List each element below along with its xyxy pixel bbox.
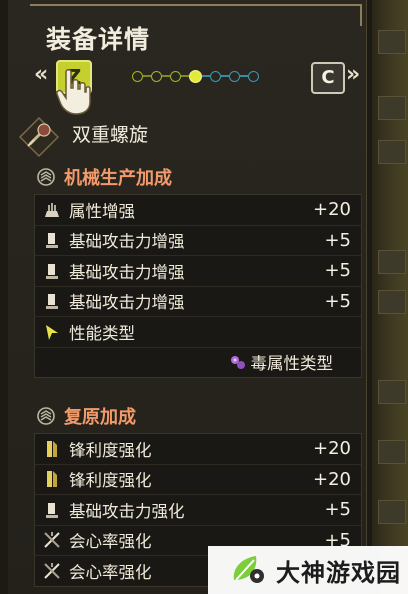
page-dot-connector [240,75,248,77]
insect-glaive-icon [18,116,60,158]
weapon-row: 双重螺旋 [18,114,360,158]
bonus-row[interactable]: 基础攻击力增强 +5 [35,287,361,317]
gamepad-leaf-icon [233,556,264,583]
page-dot-connector [181,75,189,77]
side-slot [378,290,406,314]
bonus-row[interactable]: 基础攻击力强化 +5 [35,495,361,526]
side-slot [378,440,406,464]
attack-boost-icon [43,261,61,281]
bonus-value: +5 [324,260,351,282]
gear-stack-icon [37,407,55,425]
bonus-label: 锋利度强化 [69,471,152,491]
side-slot [378,30,406,54]
bonus-value: +20 [313,199,351,221]
bonus-label: 基础攻击力增强 [69,232,185,252]
page-dot[interactable] [132,70,143,82]
side-slot [378,500,406,524]
bonus-value: +20 [313,468,351,490]
affinity-icon [43,561,61,581]
sharpness-icon [43,469,61,489]
sharpness-icon [43,439,61,459]
bonus-value: +5 [324,229,351,251]
bonus-label: 锋利度强化 [69,440,152,460]
section-header-machine-production: 机械生产加成 [36,164,172,190]
prev-arrow-icon[interactable]: « [34,62,48,87]
page-dot-connector [202,75,210,77]
bonus-row[interactable]: 基础攻击力增强 +5 [35,256,361,287]
side-slot [378,380,406,404]
affinity-icon [43,530,61,550]
attack-boost-icon [43,291,61,311]
page-indicator [132,68,259,84]
page-dot[interactable] [248,70,259,82]
bonus-row[interactable]: 锋利度强化 +20 [35,465,361,495]
bonus-list-machine-production: 属性增强 +20 基础攻击力增强 +5 基础攻击力增强 +5 基础攻击力增强 +5 性能类型毒属… [34,194,362,378]
bonus-label: 基础攻击力增强 [69,262,185,282]
side-slot [378,250,406,274]
element-type-row[interactable]: 毒属性类型 [35,348,361,378]
page-dot-connector [162,75,170,77]
weapon-name: 双重螺旋 [72,124,149,146]
bonus-label: 性能类型 [69,323,135,343]
section-title: 机械生产加成 [64,168,172,189]
attack-boost-icon [43,230,61,250]
performance-type-icon [43,322,61,342]
page-dot[interactable] [210,70,221,82]
watermark-text: 大神游戏园 [276,558,401,587]
page-title: 装备详情 [46,25,151,54]
element-boost-icon [43,200,61,220]
side-slot [378,140,406,164]
bonus-value: +5 [324,499,351,521]
bonus-label: 基础攻击力增强 [69,293,185,313]
page-dot[interactable] [229,70,240,82]
next-arrow-icon[interactable]: » [346,62,360,87]
watermark-banner: 大神游戏园 [208,546,408,594]
bonus-row[interactable]: 基础攻击力增强 +5 [35,226,361,256]
page-dot-active[interactable] [189,69,202,83]
page-dot[interactable] [170,70,181,82]
bonus-row[interactable]: 属性增强 +20 [35,195,361,226]
section-header-restore: 复原加成 [36,403,136,429]
page-dot-connector [221,75,229,77]
bonus-row[interactable]: 锋利度强化 +20 [35,434,361,465]
section-title: 复原加成 [64,407,136,428]
gear-stack-icon [37,168,55,186]
side-slot [378,96,406,120]
next-key-button[interactable]: C [311,62,345,94]
attack-boost-icon [43,500,61,520]
background-side-panel [372,0,408,594]
poison-icon [229,352,247,372]
bonus-label: 基础攻击力强化 [69,501,185,521]
bonus-value: +20 [313,438,351,460]
pointer-hand-icon [56,69,91,115]
bonus-value: +5 [324,290,351,312]
bonus-label: 毒属性类型 [250,354,334,374]
bonus-row[interactable]: 性能类型 [35,317,361,348]
page-dot[interactable] [151,70,162,82]
bonus-label: 属性增强 [69,201,135,221]
page-dot-connector [143,75,151,77]
